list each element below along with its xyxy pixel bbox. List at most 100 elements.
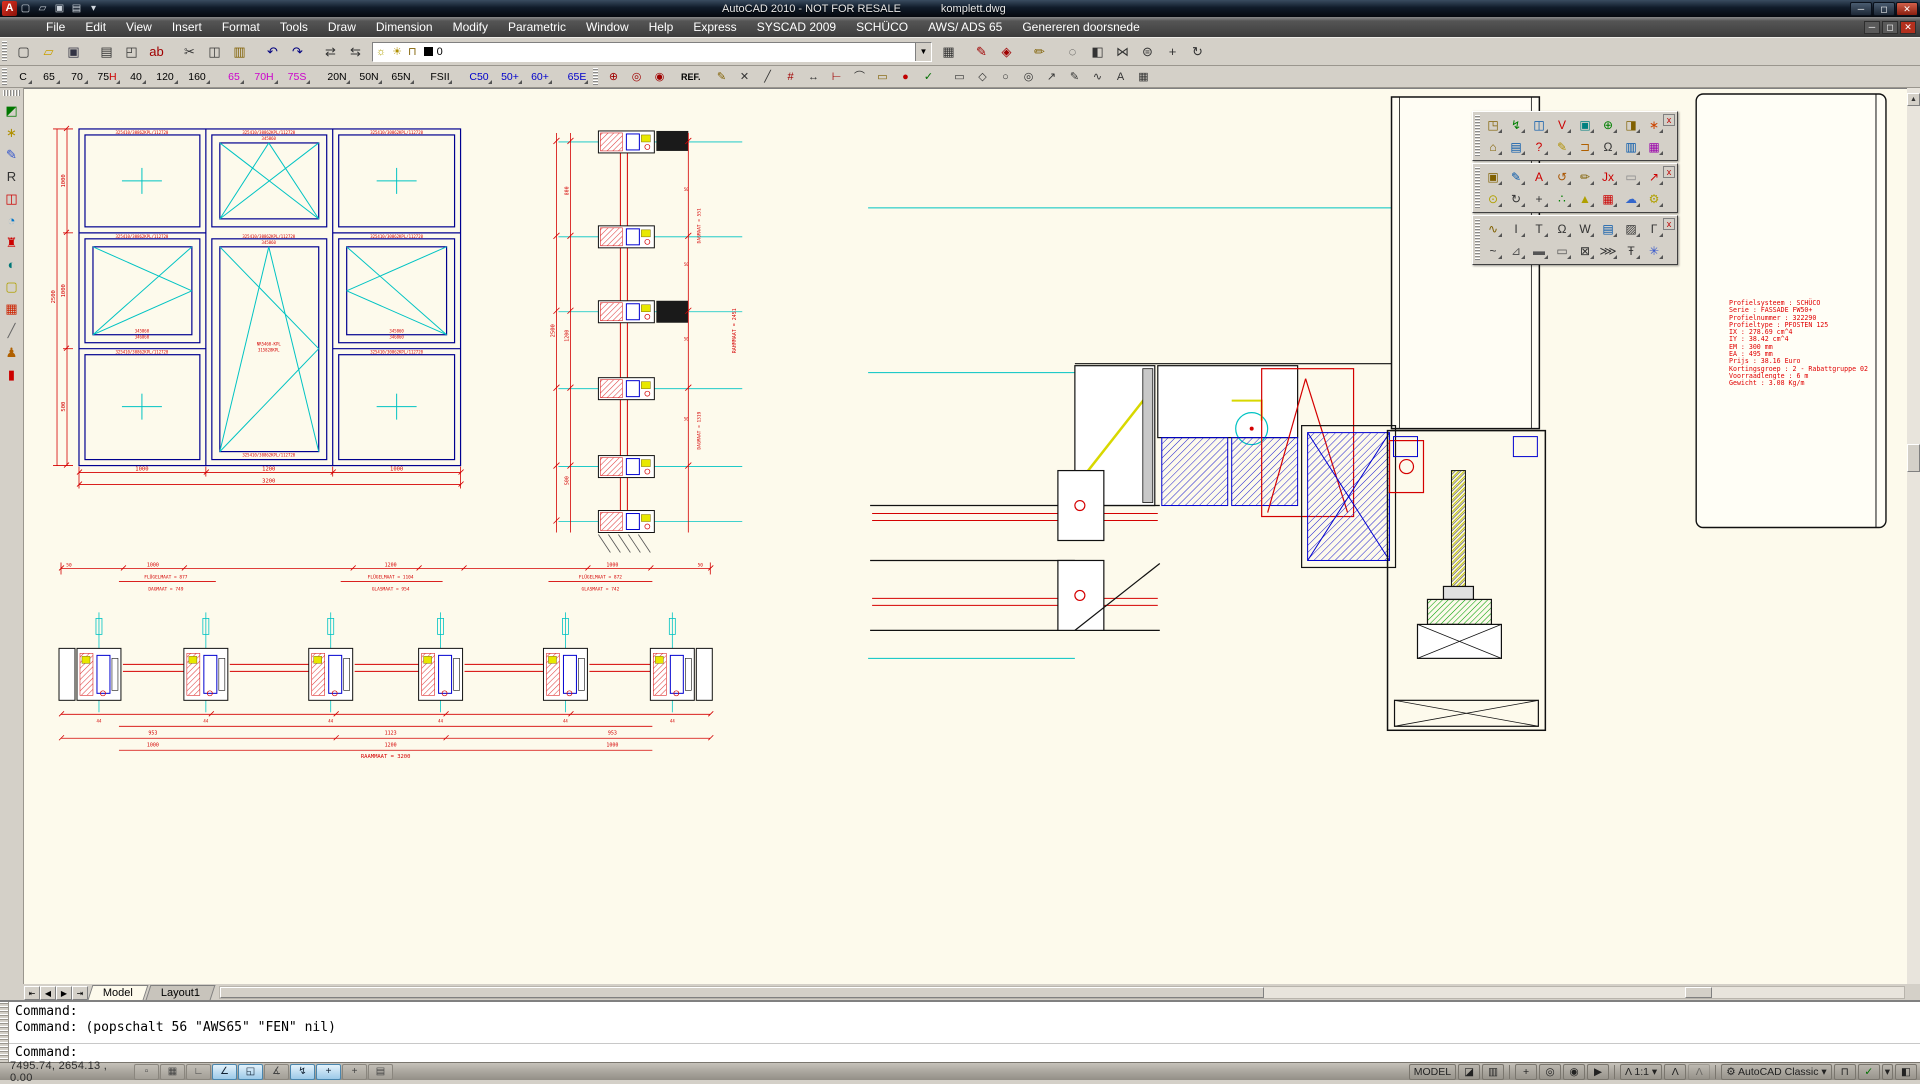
saw-icon[interactable]: ╱ bbox=[2, 321, 22, 341]
syscad-cad-icon[interactable]: ◩ bbox=[2, 101, 22, 121]
arc-icon[interactable]: ⌒ bbox=[849, 67, 870, 86]
profile-button-65e[interactable]: 65E bbox=[564, 68, 590, 86]
status-toggle-polar[interactable]: ∠ bbox=[212, 1064, 237, 1080]
wall-hatch-icon[interactable]: ▦ bbox=[1597, 188, 1619, 209]
menu-window[interactable]: Window bbox=[576, 18, 639, 36]
profile-button-c[interactable]: C bbox=[12, 68, 34, 86]
save-icon[interactable]: ▣ bbox=[62, 40, 85, 63]
panel-icon[interactable]: ▤ bbox=[1597, 218, 1619, 239]
polyline-icon[interactable]: ✎ bbox=[1064, 67, 1085, 86]
quick-view-drawings-icon[interactable]: ▥ bbox=[1482, 1064, 1504, 1080]
qa-save-icon[interactable]: ▣ bbox=[51, 1, 68, 16]
new-icon[interactable]: ▢ bbox=[12, 40, 35, 63]
profile-button-70h[interactable]: 70H bbox=[248, 68, 280, 86]
floating-toolbar-profiles[interactable]: ∿ITΩW▤▨Γ~⊿▬▭⊠⋙Ŧ✳ x bbox=[1472, 215, 1678, 265]
table-icon[interactable]: ▦ bbox=[1133, 67, 1154, 86]
text-style-icon[interactable]: A bbox=[1528, 166, 1550, 187]
doc-restore-button[interactable]: ◻ bbox=[1882, 21, 1898, 34]
qa-plot-icon[interactable]: ▤ bbox=[68, 1, 85, 16]
scrollbar-thumb[interactable] bbox=[1685, 987, 1712, 998]
syscad-goggles-icon[interactable]: ◫ bbox=[1528, 114, 1550, 135]
menu-express[interactable]: Express bbox=[683, 18, 746, 36]
region-icon[interactable]: ▭ bbox=[872, 67, 893, 86]
scrollbar-thumb[interactable] bbox=[1907, 444, 1920, 472]
floating-toolbar-edit[interactable]: ▣✎A↺✏Jx▭↗⊙↻+∴▲▦☁⚙ x bbox=[1472, 163, 1678, 213]
sketch-icon[interactable]: ✎ bbox=[711, 67, 732, 86]
floating-toolbar-syscad[interactable]: ◳↯◫V▣⊕◨∗⌂▤?✎⊐Ω▥▦ x bbox=[1472, 111, 1678, 161]
zoom-window-icon[interactable]: ◉ bbox=[649, 67, 670, 86]
status-tray-icon[interactable]: ✓ bbox=[1858, 1064, 1880, 1080]
zoom-previous-icon[interactable]: ◎ bbox=[626, 67, 647, 86]
status-toggle-osnap[interactable]: ◱ bbox=[238, 1064, 263, 1080]
move-cross-icon[interactable]: + bbox=[1528, 188, 1550, 209]
toolbar-grip[interactable] bbox=[2, 41, 7, 62]
annotation-scale-button[interactable]: Λ 1:1 ▾ bbox=[1620, 1064, 1662, 1080]
rotate-icon[interactable]: ↻ bbox=[1186, 40, 1209, 63]
purge-icon[interactable]: ⊕ bbox=[603, 67, 624, 86]
spring-icon[interactable]: ∿ bbox=[1482, 218, 1504, 239]
wand-grid-icon[interactable]: ∗ bbox=[2, 123, 22, 143]
profile-button-c50[interactable]: C50 bbox=[464, 68, 494, 86]
edit-icon[interactable]: ✏ bbox=[1574, 166, 1596, 187]
autocad-logo-icon[interactable]: A bbox=[2, 1, 17, 16]
qa-new-icon[interactable]: ▢ bbox=[17, 1, 34, 16]
corner-icon[interactable]: Γ bbox=[1643, 218, 1665, 239]
people-icon[interactable]: ♟ bbox=[2, 343, 22, 363]
profile-button-75s[interactable]: 75S bbox=[282, 68, 312, 86]
match-properties-icon[interactable]: ✎ bbox=[970, 40, 993, 63]
mirror-icon[interactable]: ⋈ bbox=[1111, 40, 1134, 63]
status-toggle-snap[interactable]: ▫ bbox=[134, 1064, 159, 1080]
profile-button-20n[interactable]: 20N bbox=[322, 68, 352, 86]
profile-button-60-[interactable]: 60+ bbox=[526, 68, 554, 86]
zoom-icon[interactable]: ◎ bbox=[1539, 1064, 1561, 1080]
publish-icon[interactable]: ◈ bbox=[995, 40, 1018, 63]
showmotion-icon[interactable]: ▶ bbox=[1587, 1064, 1609, 1080]
horizontal-scrollbar[interactable] bbox=[219, 986, 1905, 999]
points-icon[interactable]: ∴ bbox=[1551, 188, 1573, 209]
profile-button-75h[interactable]: 75H bbox=[92, 68, 122, 86]
close-icon[interactable]: x bbox=[1663, 114, 1675, 126]
open-icon[interactable]: ▱ bbox=[37, 40, 60, 63]
offset-icon[interactable]: ⊜ bbox=[1136, 40, 1159, 63]
menu-insert[interactable]: Insert bbox=[162, 18, 212, 36]
menu-dimension[interactable]: Dimension bbox=[366, 18, 443, 36]
tab-next-icon[interactable]: ▶ bbox=[56, 986, 72, 1000]
close-button[interactable]: ✕ bbox=[1896, 2, 1918, 16]
syscad-profile-box-icon[interactable]: ▤ bbox=[1505, 136, 1527, 157]
menu-genereren-doorsnede[interactable]: Genereren doorsnede bbox=[1012, 18, 1149, 36]
toolbar-grip[interactable] bbox=[1475, 167, 1480, 209]
status-toggle-ducs[interactable]: ↯ bbox=[290, 1064, 315, 1080]
command-grip[interactable] bbox=[0, 1002, 9, 1062]
screw-icon[interactable]: Ŧ bbox=[1620, 240, 1642, 261]
menu-parametric[interactable]: Parametric bbox=[498, 18, 576, 36]
gasket2-icon[interactable]: ▭ bbox=[1551, 240, 1573, 261]
line-icon[interactable]: ╱ bbox=[757, 67, 778, 86]
burst-icon[interactable]: ✳ bbox=[1643, 240, 1665, 261]
scroll-up-icon[interactable]: ▲ bbox=[1907, 93, 1920, 106]
ref-button[interactable]: REF. bbox=[680, 67, 701, 86]
color-bars-icon[interactable]: ▮ bbox=[2, 365, 22, 385]
check-icon[interactable]: ✓ bbox=[918, 67, 939, 86]
syscad-target-icon[interactable]: ⊕ bbox=[1597, 114, 1619, 135]
profile-button-40[interactable]: 40 bbox=[124, 68, 148, 86]
redo-icon[interactable]: ↷ bbox=[286, 40, 309, 63]
dim-linear-icon[interactable]: ↔ bbox=[803, 67, 824, 86]
profile-button-160[interactable]: 160 bbox=[182, 68, 212, 86]
revert-icon[interactable]: ↺ bbox=[1551, 166, 1573, 187]
workspace-switcher[interactable]: ⚙ AutoCAD Classic ▾ bbox=[1721, 1064, 1832, 1080]
brush-grid-icon[interactable]: ✎ bbox=[2, 145, 22, 165]
t-profile-icon[interactable]: T bbox=[1528, 218, 1550, 239]
i-beam-icon[interactable]: I bbox=[1505, 218, 1527, 239]
pencil-icon[interactable]: ✎ bbox=[1505, 166, 1527, 187]
cut-icon[interactable]: ✂ bbox=[178, 40, 201, 63]
spline-icon[interactable]: ∿ bbox=[1087, 67, 1108, 86]
erase-icon[interactable]: ◌ bbox=[1061, 40, 1084, 63]
toolbar-lock-icon[interactable]: ⊓ bbox=[1834, 1064, 1856, 1080]
hatch-icon[interactable]: # bbox=[780, 67, 801, 86]
ellipse-hatch-icon[interactable]: ⊙ bbox=[1482, 188, 1504, 209]
leader-icon[interactable]: ↗ bbox=[1041, 67, 1062, 86]
brick-wall-icon[interactable]: ▦ bbox=[2, 299, 22, 319]
coil2-icon[interactable]: W bbox=[1574, 218, 1596, 239]
status-toggle-grid[interactable]: ▦ bbox=[160, 1064, 185, 1080]
redline-icon[interactable]: ✏ bbox=[1028, 40, 1051, 63]
